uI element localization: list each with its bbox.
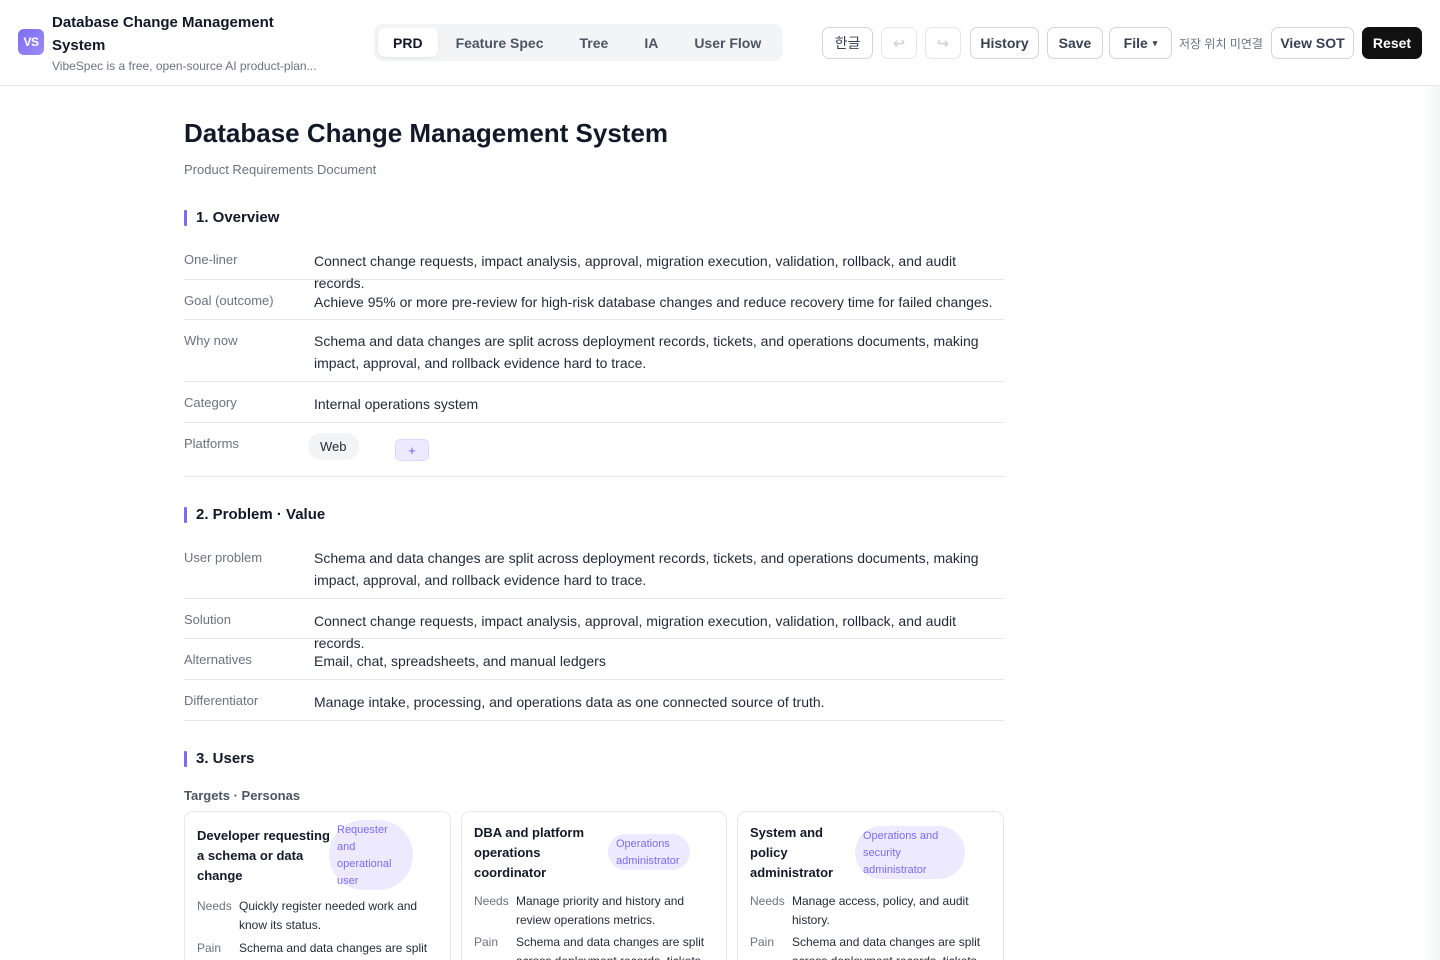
field-label: Why now bbox=[184, 333, 238, 348]
section-heading-overview: 1. Overview bbox=[184, 210, 279, 226]
problem-row-alternatives: Alternatives Email, chat, spreadsheets, … bbox=[184, 650, 1004, 680]
app-logo: VS bbox=[18, 29, 44, 55]
persona-needs: Manage priority and history and review o… bbox=[516, 894, 685, 927]
needs-label: Needs bbox=[750, 894, 785, 908]
tab-user-flow[interactable]: User Flow bbox=[676, 28, 779, 57]
personas-subheading: Targets · Personas bbox=[184, 788, 301, 803]
field-label: Platforms bbox=[184, 436, 239, 451]
solution-value[interactable]: Connect change requests, impact analysis… bbox=[314, 610, 999, 654]
needs-label: Needs bbox=[197, 899, 232, 913]
pain-label: Pain bbox=[197, 941, 222, 955]
view-sot-button[interactable]: View SOT bbox=[1271, 27, 1354, 59]
field-label: Alternatives bbox=[184, 652, 252, 667]
persona-role-badge: Operations administrator bbox=[608, 834, 690, 870]
tab-prd[interactable]: PRD bbox=[378, 28, 438, 57]
overview-row-category: Category Internal operations system bbox=[184, 393, 1004, 423]
alternatives-value[interactable]: Email, chat, spreadsheets, and manual le… bbox=[314, 650, 999, 672]
language-toggle-button[interactable]: 한글 bbox=[822, 27, 873, 59]
persona-role-badge: Requester and operational user bbox=[329, 820, 413, 890]
tab-feature-spec[interactable]: Feature Spec bbox=[438, 28, 562, 57]
one-liner-value[interactable]: Connect change requests, impact analysis… bbox=[314, 250, 999, 294]
persona-pain: Schema and data changes are split across… bbox=[792, 935, 981, 960]
document-subtitle: Product Requirements Document bbox=[184, 162, 377, 177]
pain-label: Pain bbox=[750, 935, 775, 949]
overview-row-goal: Goal (outcome) Achieve 95% or more pre-r… bbox=[184, 291, 1004, 320]
tab-tree[interactable]: Tree bbox=[562, 28, 627, 57]
problem-row-solution: Solution Connect change requests, impact… bbox=[184, 610, 1004, 651]
problem-row-differentiator: Differentiator Manage intake, processing… bbox=[184, 691, 1004, 721]
field-label: User problem bbox=[184, 550, 263, 565]
redo-icon[interactable]: ↪ bbox=[925, 27, 961, 59]
project-title: Database Change Management System bbox=[52, 14, 274, 54]
save-button[interactable]: Save bbox=[1047, 27, 1103, 59]
overview-row-platforms: Platforms bbox=[184, 434, 1004, 477]
top-bar: VS Database Change Management System Vib… bbox=[0, 0, 1440, 86]
persona-card[interactable]: System and policy administrator Operatio… bbox=[737, 811, 1004, 960]
why-now-value[interactable]: Schema and data changes are split across… bbox=[314, 330, 999, 374]
storage-status: 저장 위치 미연결 bbox=[1179, 37, 1263, 51]
document-title: Database Change Management System bbox=[184, 118, 669, 148]
persona-name: Developer requesting a schema or data ch… bbox=[197, 828, 330, 883]
project-subtitle: VibeSpec is a free, open-source AI produ… bbox=[52, 59, 317, 73]
persona-pain: Schema and data changes are split across… bbox=[516, 935, 705, 960]
persona-card[interactable]: DBA and platform operations coordinator … bbox=[461, 811, 727, 960]
chevron-down-icon: ▾ bbox=[1152, 37, 1158, 48]
field-label: Category bbox=[184, 395, 237, 410]
problem-row-user-problem: User problem Schema and data changes are… bbox=[184, 547, 1004, 599]
overview-row-why-now: Why now Schema and data changes are spli… bbox=[184, 330, 1004, 382]
field-label: Solution bbox=[184, 612, 231, 627]
differentiator-value[interactable]: Manage intake, processing, and operation… bbox=[314, 691, 999, 713]
section-heading-users: 3. Users bbox=[184, 751, 254, 767]
persona-name: System and policy administrator bbox=[750, 825, 834, 880]
persona-pain: Schema and data changes are split across… bbox=[239, 941, 428, 955]
section-heading-problem-value: 2. Problem · Value bbox=[184, 507, 325, 523]
reset-button[interactable]: Reset bbox=[1362, 27, 1422, 59]
overview-row-one-liner: One-liner Connect change requests, impac… bbox=[184, 250, 1004, 291]
user-problem-value[interactable]: Schema and data changes are split across… bbox=[314, 547, 999, 591]
persona-needs: Quickly register needed work and know it… bbox=[239, 899, 418, 932]
needs-label: Needs bbox=[474, 894, 509, 908]
view-tabs: PRD Feature Spec Tree IA User Flow bbox=[374, 24, 784, 61]
field-label: Goal (outcome) bbox=[184, 293, 274, 308]
history-button[interactable]: History bbox=[970, 27, 1039, 59]
category-value[interactable]: Internal operations system bbox=[314, 393, 999, 415]
scroll-edge bbox=[1422, 86, 1440, 960]
platform-chip[interactable]: Web bbox=[308, 433, 359, 460]
persona-card[interactable]: Developer requesting a schema or data ch… bbox=[184, 811, 451, 960]
goal-value[interactable]: Achieve 95% or more pre-review for high-… bbox=[314, 291, 999, 313]
file-menu-button[interactable]: File ▾ bbox=[1109, 27, 1172, 59]
file-menu-label: File bbox=[1123, 35, 1148, 51]
tab-ia[interactable]: IA bbox=[626, 28, 676, 57]
undo-icon[interactable]: ↩ bbox=[881, 27, 917, 59]
persona-role-badge: Operations and security administrator bbox=[855, 826, 965, 879]
pain-label: Pain bbox=[474, 935, 499, 949]
persona-name: DBA and platform operations coordinator bbox=[474, 825, 585, 880]
field-label: One-liner bbox=[184, 252, 238, 267]
add-platform-button[interactable]: + bbox=[395, 439, 429, 461]
field-label: Differentiator bbox=[184, 693, 259, 708]
persona-needs: Manage access, policy, and audit history… bbox=[792, 894, 969, 927]
